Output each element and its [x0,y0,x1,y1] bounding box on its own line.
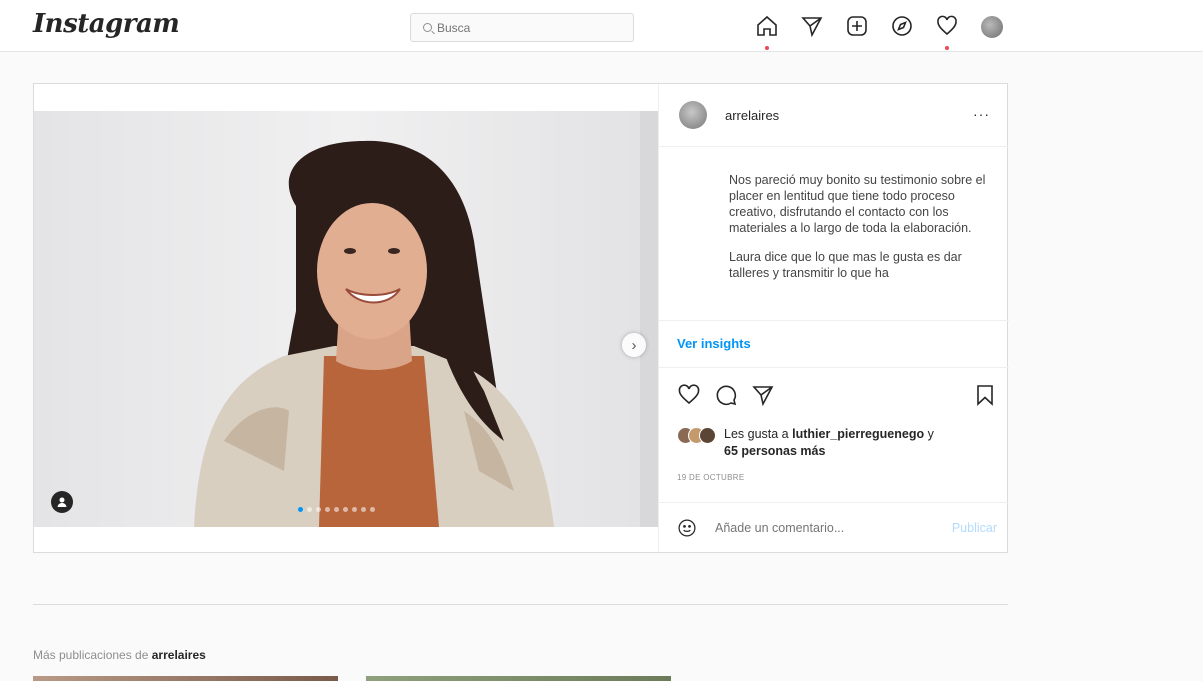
comment-input[interactable] [715,521,925,535]
comment-box: Publicar [677,513,997,543]
likes-summary: Les gusta a luthier_pierreguenego y 65 p… [677,426,984,460]
carousel-dot [343,507,348,512]
profile-avatar[interactable] [979,13,1005,39]
divider [659,367,1009,368]
likes-text[interactable]: Les gusta a luthier_pierreguenego y 65 p… [724,426,984,460]
publish-button[interactable]: Publicar [952,521,997,535]
liker-avatars [677,427,716,460]
carousel-dot [316,507,321,512]
liker-username[interactable]: luthier_pierreguenego [792,427,924,441]
caption-paragraph: Nos pareció muy bonito su testimonio sob… [729,173,986,235]
post-username[interactable]: arrelaires [725,108,779,123]
view-insights-link[interactable]: Ver insights [677,336,751,351]
post-header: arrelaires ··· [659,84,1008,147]
divider [659,502,1009,503]
search-box[interactable] [410,13,634,42]
avatar[interactable] [679,101,707,129]
explore-icon[interactable] [889,13,915,39]
post-sidebar: arrelaires ··· Nos pareció muy bonito su… [658,84,1009,552]
carousel-dot [325,507,330,512]
divider [659,320,1009,321]
next-slide-button[interactable]: › [622,333,646,357]
post-caption: Nos pareció muy bonito su testimonio sob… [729,172,1001,318]
new-post-icon[interactable] [844,13,870,39]
carousel-indicators [298,507,375,512]
carousel-dot [298,507,303,512]
direct-icon[interactable] [799,13,825,39]
post-thumbnail[interactable] [366,676,671,681]
more-options-button[interactable]: ··· [973,106,990,122]
post-media[interactable]: › [34,111,658,527]
post-card: › arrelaires ··· Nos pareció muy bonito … [33,83,1009,553]
home-notification-dot [765,46,769,50]
save-icon[interactable] [973,383,997,407]
user-icon [57,497,67,507]
post-actions [677,383,995,409]
search-input[interactable] [437,20,617,35]
carousel-dot [307,507,312,512]
instagram-logo[interactable]: Instagram [33,9,180,39]
more-posts-grid [33,676,671,681]
more-posts-username[interactable]: arrelaires [152,648,206,662]
nav-icons [754,13,1024,50]
section-divider [33,604,1008,605]
home-icon[interactable] [754,13,780,50]
post-photo [34,111,658,527]
search-icon [423,23,432,32]
likes-prefix: Les gusta a [724,427,789,441]
activity-notification-dot [945,46,949,50]
share-icon[interactable] [751,383,775,407]
likes-others-link[interactable]: 65 personas más [724,444,825,458]
carousel-dot [334,507,339,512]
likes-conjunction: y [927,427,934,441]
post-date[interactable]: 19 DE OCTUBRE [677,473,744,482]
activity-icon[interactable] [934,13,960,50]
avatar [699,427,716,444]
more-posts-prefix: Más publicaciones de [33,648,149,662]
carousel-dot [361,507,366,512]
comment-icon[interactable] [714,383,738,407]
carousel-dot [370,507,375,512]
more-posts-heading: Más publicaciones de arrelaires [33,648,206,662]
avatar [981,16,1003,38]
tagged-people-button[interactable] [51,491,73,513]
carousel-dot [352,507,357,512]
caption-paragraph: Laura dice que lo que mas le gusta es da… [729,250,962,280]
top-navigation-bar: Instagram [0,0,1203,52]
emoji-icon[interactable] [677,518,697,538]
post-thumbnail[interactable] [33,676,338,681]
like-icon[interactable] [677,383,701,407]
